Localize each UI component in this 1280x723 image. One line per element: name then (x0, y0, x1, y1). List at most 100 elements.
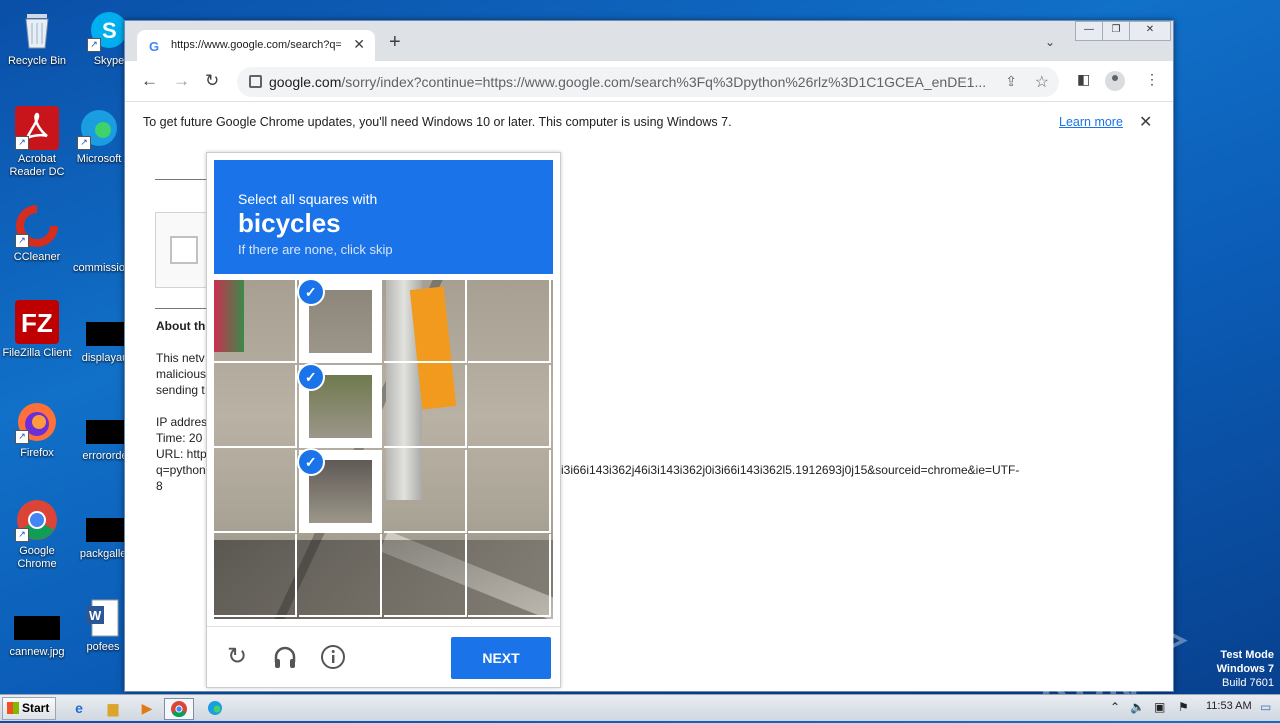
menu-kebab-icon[interactable]: ⋮ (1145, 71, 1159, 88)
svg-text:FZ: FZ (21, 308, 53, 338)
start-label: Start (22, 701, 50, 715)
browser-tab[interactable]: G https://www.google.com/search?q= ✕ (137, 30, 375, 61)
windows-build-info: Test Mode Windows 7 Build 7601 (1217, 648, 1274, 690)
new-tab-button[interactable]: + (389, 32, 401, 52)
image-tile[interactable]: ✓ (296, 362, 382, 448)
desktop-icon-label: Google Chrome (17, 545, 57, 570)
start-button[interactable]: Start (2, 697, 56, 720)
svg-text:S: S (102, 18, 117, 43)
tray-expand-icon[interactable]: ⌃ (1110, 700, 1120, 714)
shortcut-arrow-icon: ↗ (77, 136, 91, 150)
explorer-taskbar-icon[interactable]: ▆ (102, 698, 124, 718)
challenge-instruction: Select all squares with (238, 191, 378, 207)
tab-search-chevron-icon[interactable]: ⌄ (1045, 35, 1055, 49)
reload-challenge-icon[interactable]: ↻ (224, 644, 250, 670)
checkmark-icon: ✓ (296, 280, 325, 306)
recaptcha-challenge: Select all squares with bicycles If ther… (206, 152, 561, 688)
file-icon (80, 232, 118, 256)
taskbar: Start e ▆ ▶ ⌃ 🔈 ▣ ⚑ 11:53 AM ▭ (0, 694, 1280, 721)
query-tail: i3i66i143i362j46i3i143i362j0i3i66i143i36… (561, 463, 1020, 477)
build-text: Build 7601 (1222, 677, 1274, 689)
image-tile[interactable] (383, 534, 467, 618)
infobar-close-icon[interactable]: ✕ (1139, 112, 1152, 132)
minimize-button[interactable]: — (1075, 21, 1103, 41)
url-host: google.com (269, 74, 342, 90)
windows-version-text: Windows 7 (1216, 663, 1274, 675)
image-tile[interactable] (298, 534, 382, 618)
image-tile[interactable] (383, 449, 467, 533)
image-tile[interactable]: ✓ (296, 280, 382, 363)
learn-more-link[interactable]: Learn more (1059, 115, 1123, 129)
desktop-icon-recycle-bin[interactable]: Recycle Bin (0, 8, 74, 68)
next-button[interactable]: NEXT (451, 637, 551, 679)
challenge-image-grid: ✓ ✓ ✓ (214, 280, 553, 619)
image-tile[interactable] (468, 449, 552, 533)
recaptcha-checkbox[interactable] (170, 236, 198, 264)
para-line: sending t (156, 383, 205, 397)
media-player-taskbar-icon[interactable]: ▶ (136, 698, 158, 718)
shortcut-arrow-icon: ↗ (15, 234, 29, 248)
lock-icon (249, 75, 262, 88)
address-bar[interactable]: google.com/sorry/index?continue=https://… (237, 67, 1059, 97)
windows-flag-icon (7, 702, 19, 714)
file-icon (86, 518, 124, 542)
image-tile[interactable] (214, 280, 297, 363)
desktop-icon-filezilla[interactable]: FZ FileZilla Client (0, 300, 74, 360)
image-tile[interactable] (214, 534, 297, 618)
image-tile[interactable]: ✓ (296, 447, 382, 533)
side-panel-icon[interactable]: ◧ (1077, 71, 1090, 88)
maximize-button[interactable]: ❐ (1102, 21, 1130, 41)
desktop-icon-label: Recycle Bin (7, 55, 67, 67)
image-tile[interactable] (468, 534, 552, 618)
network-icon[interactable]: ▣ (1154, 700, 1165, 714)
action-center-flag-icon[interactable]: ⚑ (1178, 700, 1189, 714)
clock[interactable]: 11:53 AM (1206, 700, 1252, 712)
word-icon: W (86, 598, 120, 638)
desktop-icon-cannew[interactable]: cannew.jpg (0, 606, 74, 659)
desktop-icon-label: Firefox (20, 447, 54, 459)
para-line: malicious (156, 367, 207, 381)
url-path: /sorry/index?continue=https://www.google… (341, 74, 987, 90)
edge-taskbar-icon[interactable] (204, 698, 226, 718)
back-arrow-icon[interactable]: ← (141, 71, 158, 91)
audio-challenge-icon[interactable] (272, 644, 298, 670)
tab-title: https://www.google.com/search?q= (171, 39, 341, 51)
image-tile[interactable] (468, 280, 552, 363)
shortcut-arrow-icon: ↗ (15, 430, 29, 444)
desktop-icon-label: FileZilla Client (2, 347, 72, 359)
image-tile[interactable] (214, 449, 297, 533)
image-tile[interactable] (468, 364, 552, 448)
about-heading: About th (156, 319, 206, 333)
google-favicon-icon: G (149, 39, 160, 54)
share-icon[interactable]: ⇪ (1005, 73, 1017, 90)
image-tile[interactable] (214, 364, 297, 448)
close-window-button[interactable]: ✕ (1129, 21, 1171, 41)
image-tile[interactable] (383, 280, 467, 363)
reload-icon[interactable]: ↻ (205, 71, 219, 91)
ip-line: IP addres (156, 415, 208, 429)
challenge-hint: If there are none, click skip (238, 242, 393, 257)
browser-toolbar: ← → ↻ google.com/sorry/index?continue=ht… (125, 61, 1173, 101)
time-line: Time: 20 (156, 431, 203, 445)
url-line: URL: http (156, 447, 207, 461)
update-infobar: To get future Google Chrome updates, you… (125, 101, 1173, 143)
profile-avatar-icon[interactable] (1105, 71, 1125, 91)
desktop-icon-firefox[interactable]: ↗ Firefox (0, 400, 74, 460)
chrome-icon: ↗ (15, 498, 59, 542)
info-icon[interactable] (320, 644, 346, 670)
tab-close-icon[interactable]: ✕ (353, 36, 365, 53)
tab-strip: G https://www.google.com/search?q= ✕ + ⌄… (125, 21, 1173, 61)
file-icon (86, 420, 124, 444)
edge-icon: ↗ (77, 106, 121, 150)
chrome-taskbar-icon[interactable] (164, 698, 194, 720)
show-desktop-icon[interactable]: ▭ (1260, 700, 1271, 714)
bookmark-star-icon[interactable]: ☆ (1035, 72, 1049, 92)
forward-arrow-icon[interactable]: → (173, 71, 190, 91)
ccleaner-icon: ↗ (15, 204, 59, 248)
image-tile[interactable] (383, 364, 467, 448)
desktop-icon-chrome[interactable]: ↗ Google Chrome (0, 498, 74, 571)
ie-taskbar-icon[interactable]: e (68, 698, 90, 718)
file-icon (86, 322, 124, 346)
image-file-icon (14, 616, 60, 640)
volume-icon[interactable]: 🔈 (1130, 700, 1145, 714)
